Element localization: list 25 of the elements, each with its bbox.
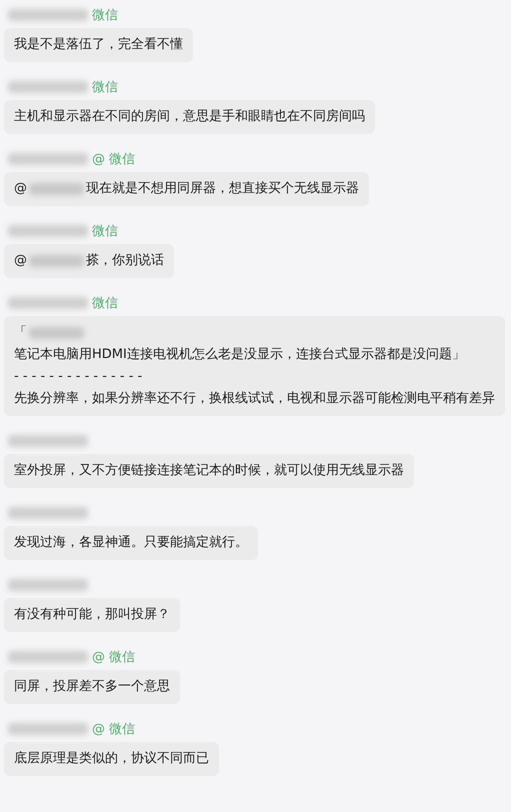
sender-source: @ 微信 xyxy=(92,722,136,736)
sender-source: 微信 xyxy=(92,8,118,22)
sender-source: 微信 xyxy=(92,224,118,238)
message-text: @ xyxy=(14,252,27,270)
message-text: 发现过海，各显神通。只要能搞定就行。 xyxy=(14,534,248,552)
sender-source: @ 微信 xyxy=(92,152,136,166)
message-text: 现在就是不想用同屏器，想直接买个无线显示器 xyxy=(86,180,359,198)
message-text: 同屏，投屏差不多一个意思 xyxy=(14,678,170,696)
message-text: 底层原理是类似的，协议不同而已 xyxy=(14,750,209,768)
message-text: 主机和显示器在不同的房间，意思是手和眼睛也在不同房间吗 xyxy=(14,108,365,126)
message-text: 搽，你别说话 xyxy=(86,252,164,270)
message-text: 先换分辨率，如果分辨率还不行，换根线试试，电视和显示器可能检测电平稍有差异 xyxy=(14,390,495,408)
blurred-mention xyxy=(29,255,84,267)
message-text: - - - - - - - - - - - - - - - xyxy=(14,368,142,386)
message-text: 室外投屏，又不方便链接连接笔记本的时候，就可以使用无线显示器 xyxy=(14,462,404,480)
blurred-mention xyxy=(29,327,84,339)
message-text: @ xyxy=(14,180,27,198)
message-text: 我是不是落伍了，完全看不懂 xyxy=(14,36,183,54)
sender-source: 微信 xyxy=(92,80,118,94)
message-text: 「 xyxy=(14,324,27,342)
message-text: 笔记本电脑用HDMI连接电视机怎么老是没显示，连接台式显示器都是没问题」 xyxy=(14,346,465,364)
blurred-mention xyxy=(29,183,84,195)
sender-source: 微信 xyxy=(92,296,118,310)
sender-source: @ 微信 xyxy=(92,650,136,664)
message-text: 有没有种可能，那叫投屏？ xyxy=(14,606,170,624)
